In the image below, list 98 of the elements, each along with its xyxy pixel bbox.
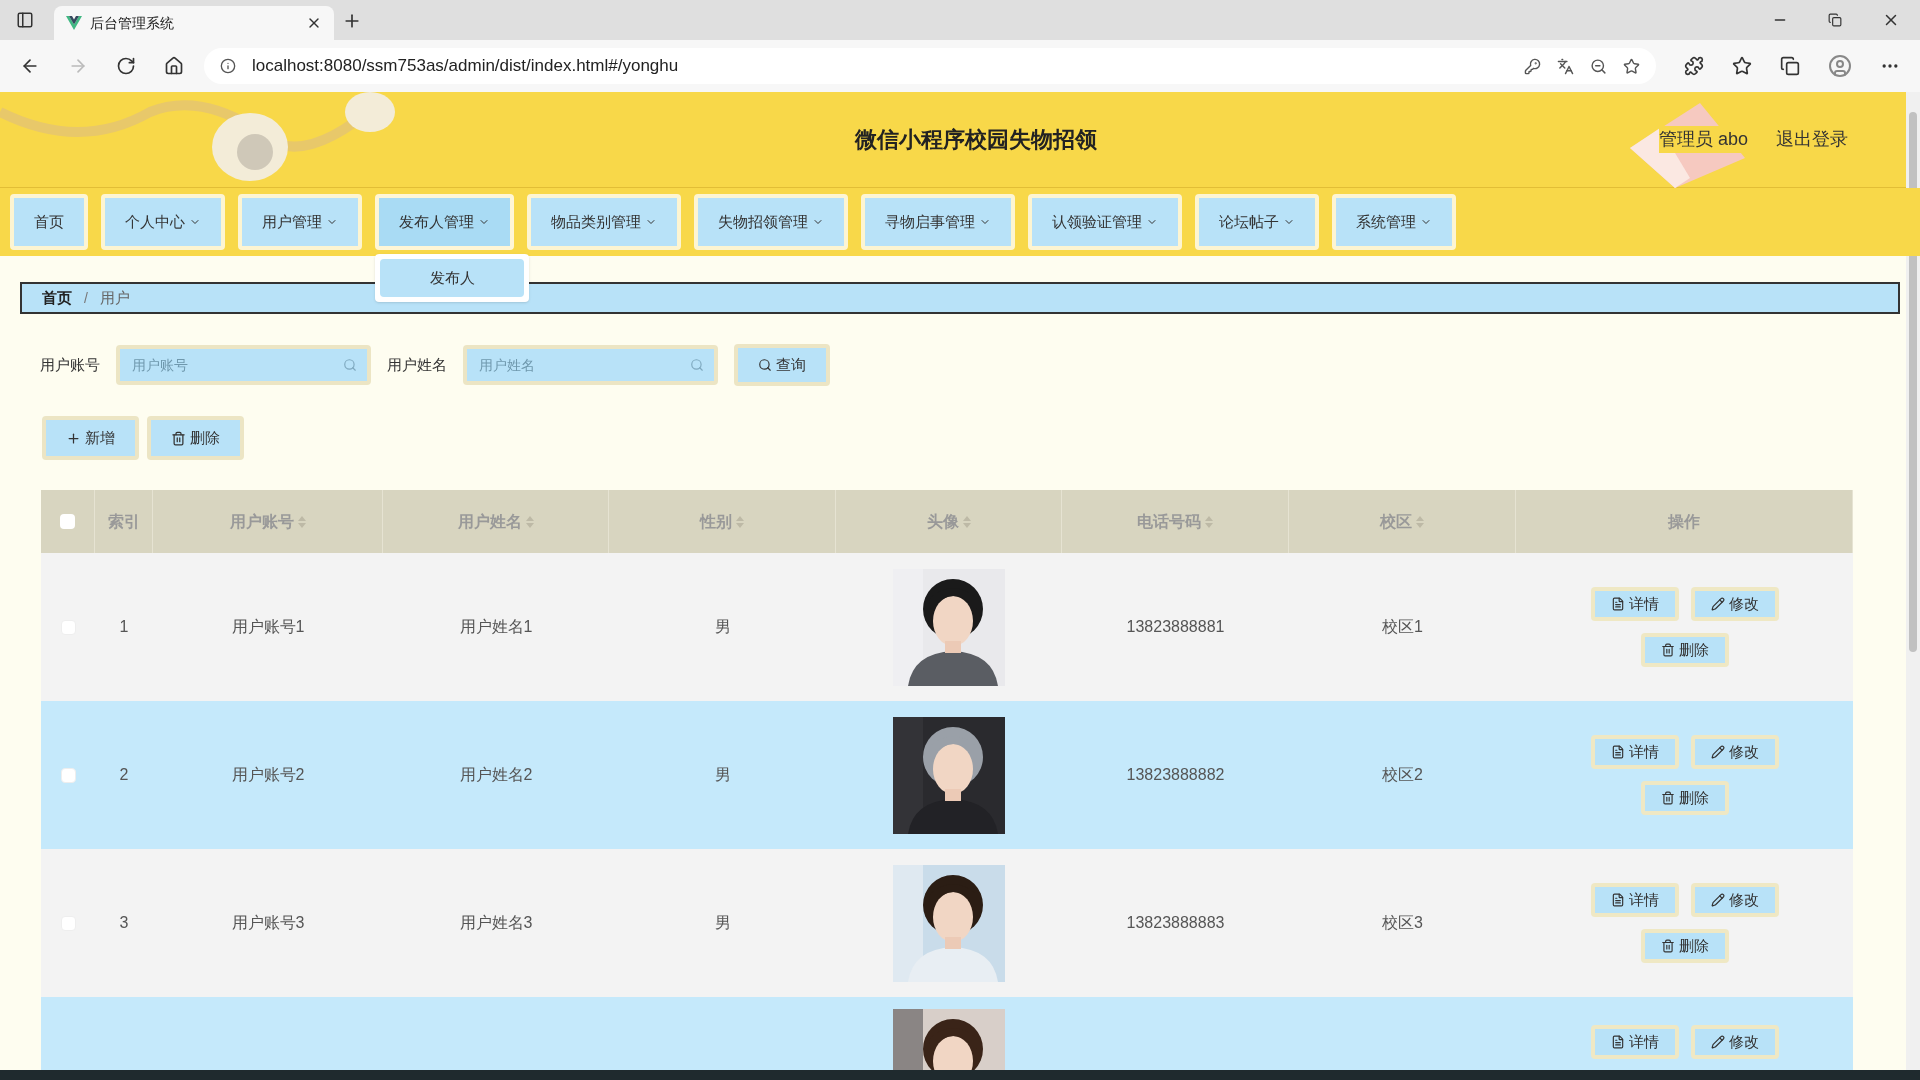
collections-icon[interactable] <box>1780 56 1800 76</box>
table-cell-text: 用户姓名1 <box>459 617 533 637</box>
nav-item[interactable]: 失物招领管理 <box>694 194 848 250</box>
search-field[interactable]: 用户账号 <box>116 345 371 385</box>
star-icon[interactable] <box>1623 57 1640 75</box>
restore-icon[interactable] <box>1828 13 1842 27</box>
table-cell-text: 13823888881 <box>1126 617 1225 637</box>
nav-item[interactable]: 系统管理 <box>1332 194 1456 250</box>
table-cell-text: 用户账号1 <box>231 617 305 637</box>
table-cell-text: 校区2 <box>1382 765 1423 785</box>
sidebar-icon[interactable] <box>16 11 34 29</box>
menu-item[interactable]: 发布人 <box>380 259 524 297</box>
column-header: 用户账号 <box>229 511 294 532</box>
nav-item[interactable]: 用户管理 <box>238 194 362 250</box>
zoom-out-icon[interactable] <box>1590 57 1607 75</box>
document-icon <box>1610 745 1625 759</box>
trash-icon <box>171 430 186 446</box>
breadcrumb-separator: / <box>84 288 88 308</box>
nav-item[interactable]: 发布人管理 <box>375 194 514 250</box>
profile-icon[interactable] <box>1828 54 1852 78</box>
table-cell-text: 2 <box>119 765 129 785</box>
table-cell-text: 校区1 <box>1382 617 1423 637</box>
extensions-icon[interactable] <box>1684 56 1704 76</box>
table-cell-text: 用户账号2 <box>231 765 305 785</box>
column-header: 校区 <box>1380 511 1412 532</box>
trash-icon <box>1660 643 1675 657</box>
address-bar[interactable]: localhost:8080/ssm753as/admin/dist/index.html#/yonghu <box>204 48 1656 84</box>
pencil-icon <box>1710 1035 1725 1049</box>
key-icon[interactable] <box>1524 57 1541 75</box>
column-header: 用户姓名 <box>457 511 522 532</box>
info-icon <box>220 58 236 74</box>
add-button[interactable]: 新增 <box>42 416 139 460</box>
search-icon <box>690 358 704 372</box>
table-cell-text: 校区3 <box>1382 913 1423 933</box>
query-button[interactable]: 查询 <box>734 344 830 386</box>
browser-tab[interactable]: 后台管理系统 <box>54 6 334 40</box>
vue-logo-icon <box>66 16 82 30</box>
column-header: 性别 <box>700 511 732 532</box>
search-icon <box>758 358 772 372</box>
table-cell-text: 男 <box>714 765 731 785</box>
search-field[interactable]: 用户姓名 <box>463 345 718 385</box>
checkbox[interactable] <box>60 514 75 529</box>
column-header: 操作 <box>1668 511 1700 532</box>
column-header: 电话号码 <box>1137 511 1201 532</box>
site-title: 微信小程序校园失物招领 <box>855 126 1098 154</box>
nav-item[interactable]: 论坛帖子 <box>1195 194 1319 250</box>
trash-icon <box>1660 939 1675 953</box>
edit-button[interactable]: 修改 <box>1690 1025 1779 1059</box>
table-cell-text: 男 <box>714 617 731 637</box>
favorites-icon[interactable] <box>1732 56 1752 76</box>
delete-button[interactable]: 删除 <box>1640 929 1729 963</box>
delete-button[interactable]: 删除 <box>147 416 244 460</box>
pencil-icon <box>1710 745 1725 759</box>
table-cell-text: 用户姓名3 <box>459 913 533 933</box>
field-label: 用户姓名 <box>387 354 447 375</box>
plus-icon <box>66 430 81 446</box>
document-icon <box>1610 893 1625 907</box>
detail-button[interactable]: 详情 <box>1590 735 1679 769</box>
delete-button[interactable]: 删除 <box>1640 781 1729 815</box>
trash-icon <box>1660 791 1675 805</box>
table-cell-text: 13823888883 <box>1126 913 1225 933</box>
pencil-icon <box>1710 893 1725 907</box>
nav-item[interactable]: 寻物启事管理 <box>861 194 1015 250</box>
edit-button[interactable]: 修改 <box>1690 587 1779 621</box>
detail-button[interactable]: 详情 <box>1590 883 1679 917</box>
admin-name: 管理员 abo <box>1658 126 1748 153</box>
home-icon[interactable] <box>164 56 184 76</box>
breadcrumb-item: 用户 <box>99 287 130 308</box>
edit-button[interactable]: 修改 <box>1690 883 1779 917</box>
table-cell-text: 用户姓名2 <box>459 765 533 785</box>
table-cell-text: 3 <box>119 913 129 933</box>
table-cell-text: 1 <box>119 617 129 637</box>
breadcrumb-item[interactable]: 首页 <box>42 286 72 310</box>
logout-link[interactable]: 退出登录 <box>1776 126 1848 153</box>
table-cell-text: 男 <box>714 913 731 933</box>
document-icon <box>1610 597 1625 611</box>
delete-button[interactable]: 删除 <box>1640 633 1729 667</box>
detail-button[interactable]: 详情 <box>1590 587 1679 621</box>
document-icon <box>1610 1035 1625 1049</box>
nav-item[interactable]: 认领验证管理 <box>1028 194 1182 250</box>
column-header: 索引 <box>107 511 140 532</box>
table-cell-text: 13823888882 <box>1126 765 1225 785</box>
translate-icon[interactable] <box>1557 57 1574 75</box>
table-cell-text: 用户账号3 <box>231 913 305 933</box>
url-text: localhost:8080/ssm753as/admin/dist/index.html#/yonghu <box>252 55 680 78</box>
nav-item[interactable]: 首页 <box>10 194 88 250</box>
edit-button[interactable]: 修改 <box>1690 735 1779 769</box>
nav-item[interactable]: 物品类别管理 <box>527 194 681 250</box>
tab-title: 后台管理系统 <box>90 13 175 33</box>
field-label: 用户账号 <box>40 354 100 375</box>
scrollbar[interactable] <box>1906 92 1920 1070</box>
column-header: 头像 <box>926 511 959 532</box>
checkbox[interactable] <box>60 767 76 783</box>
nav-item[interactable]: 个人中心 <box>101 194 225 250</box>
detail-button[interactable]: 详情 <box>1590 1025 1679 1059</box>
reload-icon[interactable] <box>116 56 136 76</box>
search-icon <box>343 358 357 372</box>
pencil-icon <box>1710 597 1725 611</box>
